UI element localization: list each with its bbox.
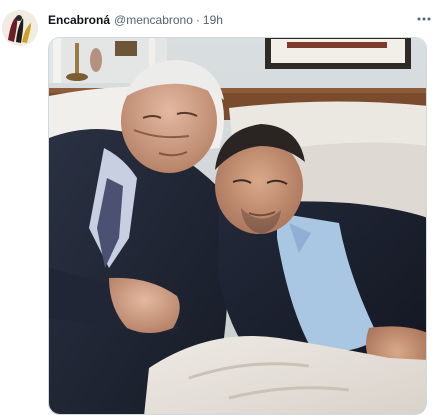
avatar[interactable] bbox=[2, 10, 38, 46]
timestamp[interactable]: 19h bbox=[203, 13, 223, 27]
more-horizontal-icon bbox=[417, 17, 431, 21]
image-content bbox=[49, 38, 426, 414]
tweet: Encabroná @mencabrono · 19h bbox=[0, 0, 448, 419]
tweet-image[interactable] bbox=[48, 37, 427, 415]
user-handle[interactable]: @mencabrono bbox=[114, 13, 193, 27]
tweet-header: Encabroná @mencabrono · 19h bbox=[48, 11, 436, 29]
more-options-button[interactable] bbox=[414, 9, 434, 29]
separator-dot: · bbox=[195, 13, 200, 27]
display-name[interactable]: Encabroná bbox=[48, 13, 110, 27]
